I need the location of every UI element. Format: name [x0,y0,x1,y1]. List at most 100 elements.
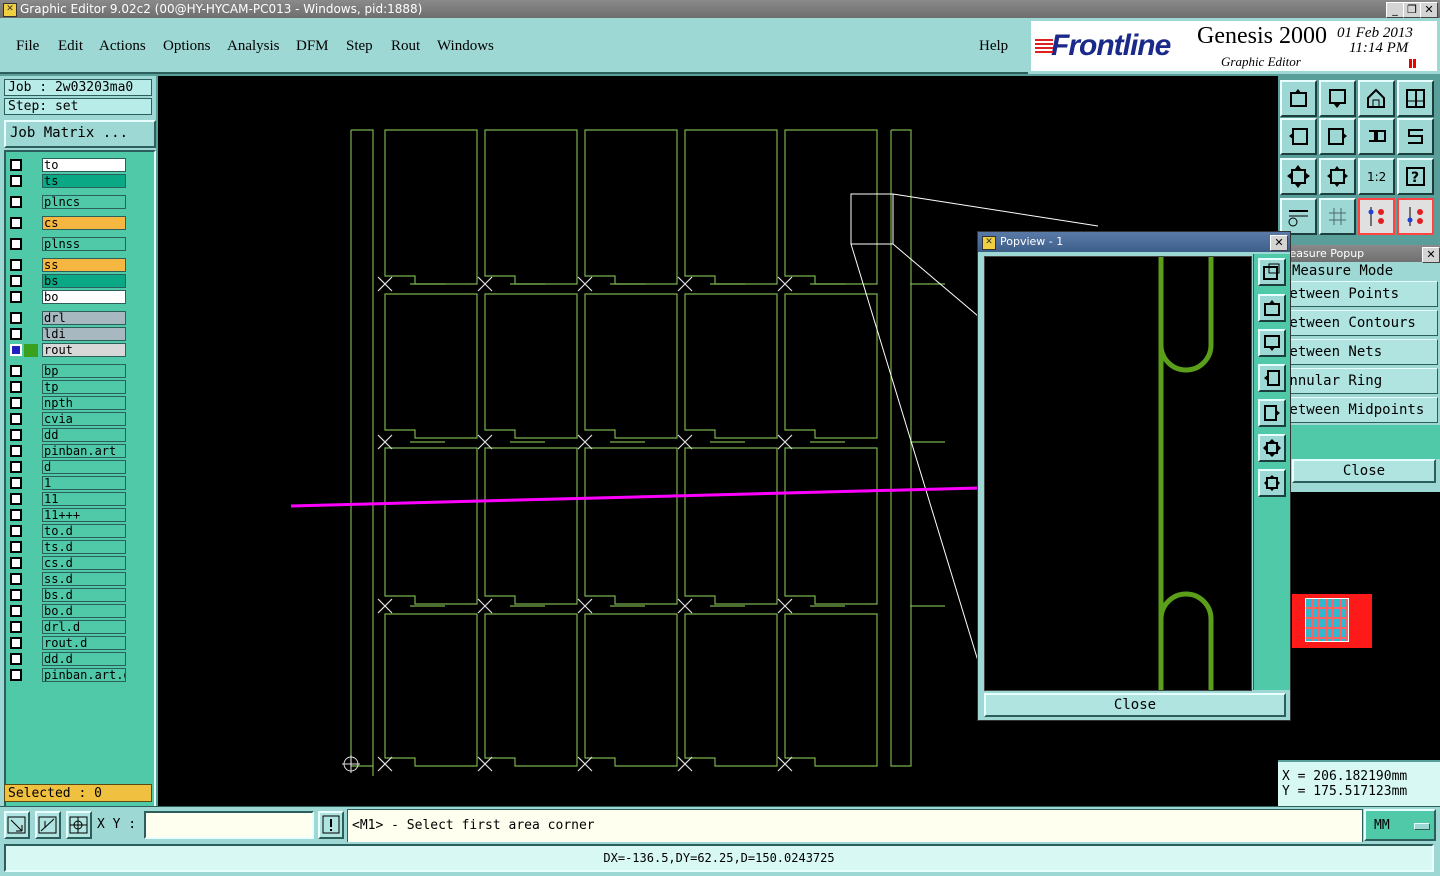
popview-pan-up-icon[interactable] [1258,294,1286,322]
layer-row-drl-d[interactable]: drl.d [8,620,128,635]
layer-name[interactable]: d [42,460,126,474]
measure-icon[interactable] [35,811,61,839]
job-matrix-button[interactable]: Job Matrix ... [4,120,156,148]
layer-row-bo[interactable]: bo [8,290,128,305]
between-points-option[interactable]: Between Points [1290,281,1438,307]
layer-row-plncs[interactable]: plncs [8,195,128,210]
snap-icon[interactable] [1358,198,1395,235]
layer-checkbox[interactable] [10,637,22,649]
zoom-in-icon[interactable] [1319,158,1356,195]
help-icon[interactable]: ? [1397,158,1434,195]
menu-help[interactable]: Help [979,38,1008,55]
layer-name[interactable]: drl [42,311,126,325]
units-select[interactable]: MM [1364,809,1436,841]
layer-checkbox[interactable] [10,238,22,250]
layer-checkbox[interactable] [10,217,22,229]
pan-right-icon[interactable] [1319,118,1356,155]
window-split-icon[interactable] [1397,80,1434,117]
layer-checkbox[interactable] [10,653,22,665]
popview-pan-down-icon[interactable] [1258,329,1286,357]
layer-row-ts[interactable]: ts [8,174,128,189]
layer-checkbox[interactable] [10,525,22,537]
layer-checkbox[interactable] [10,381,22,393]
popview-close-button[interactable]: Close [984,693,1286,717]
menu-analysis[interactable]: Analysis [227,38,280,55]
layer-checkbox[interactable] [10,461,22,473]
layer-checkbox[interactable] [10,669,22,681]
layer-row-bp[interactable]: bp [8,364,128,379]
pause-icon[interactable] [1409,59,1416,68]
layer-checkbox[interactable] [10,159,22,171]
layer-row-cs[interactable]: cs [8,216,128,231]
layer-checkbox[interactable] [10,477,22,489]
layer-row-plnss[interactable]: plnss [8,237,128,252]
layer-row-to-d[interactable]: to.d [8,524,128,539]
between-contours-option[interactable]: Between Contours [1290,310,1438,336]
layer-name[interactable]: 11+++ [42,508,126,522]
layer-checkbox[interactable] [10,312,22,324]
layer-row-dd-d[interactable]: dd.d [8,652,128,667]
redraw-icon[interactable] [1397,118,1434,155]
layer-name[interactable]: to.d [42,524,126,538]
layer-name[interactable]: dd.d [42,652,126,666]
layer-name[interactable]: ldi [42,327,126,341]
zoom-fit-icon[interactable] [1280,158,1317,195]
layer-name[interactable]: bs.d [42,588,126,602]
undo-zoom-icon[interactable] [1358,118,1395,155]
layer-name[interactable]: 1 [42,476,126,490]
overview-map[interactable] [1278,490,1440,760]
layer-row-to[interactable]: to [8,158,128,173]
layer-row-cs-d[interactable]: cs.d [8,556,128,571]
menu-step[interactable]: Step [346,38,373,55]
layer-row-pinban-art[interactable]: pinban.art [8,444,128,459]
layer-checkbox[interactable] [10,291,22,303]
layer-name[interactable]: cs.d [42,556,126,570]
layer-checkbox[interactable] [10,429,22,441]
grid-snap-icon[interactable] [66,811,92,839]
select-icon[interactable] [4,811,30,839]
pan-down-icon[interactable] [1319,80,1356,117]
layer-checkbox[interactable] [10,413,22,425]
layer-name[interactable]: npth [42,396,126,410]
layer-row-npth[interactable]: npth [8,396,128,411]
layer-name[interactable]: ts.d [42,540,126,554]
layer-row-dd[interactable]: dd [8,428,128,443]
pan-left-icon[interactable] [1280,118,1317,155]
layer-name[interactable]: pinban.art.d [42,668,126,682]
layer-name[interactable]: cvia [42,412,126,426]
layer-name[interactable]: plncs [42,195,126,209]
menu-file[interactable]: File [16,38,39,55]
popview-pan-left-icon[interactable] [1258,364,1286,392]
layer-checkbox[interactable] [10,259,22,271]
popview-canvas[interactable] [984,256,1252,691]
layer-name[interactable]: drl.d [42,620,126,634]
between-midpoints-option[interactable]: Between Midpoints [1290,397,1438,423]
menu-dfm[interactable]: DFM [296,38,329,55]
annular-ring-option[interactable]: Annular Ring [1290,368,1438,394]
menu-rout[interactable]: Rout [391,38,420,55]
grid-icon[interactable] [1319,198,1356,235]
measure-close-icon[interactable]: ✕ [1422,247,1440,263]
xy-input[interactable] [144,811,314,839]
layer-name[interactable]: bo.d [42,604,126,618]
layer-checkbox[interactable] [10,365,22,377]
layer-name[interactable]: bs [42,274,126,288]
menu-edit[interactable]: Edit [58,38,83,55]
tools-icon[interactable] [1280,198,1317,235]
layer-name[interactable]: 11 [42,492,126,506]
layer-name[interactable]: bo [42,290,126,304]
layer-row-11-[interactable]: 11+++ [8,508,128,523]
layer-row-rout[interactable]: rout [8,343,128,358]
close-window-icon[interactable]: ✕ [1420,2,1438,18]
alert-icon[interactable] [318,811,344,839]
layer-checkbox[interactable] [10,573,22,585]
layer-name[interactable]: plnss [42,237,126,251]
layer-checkbox[interactable] [10,196,22,208]
between-nets-option[interactable]: Between Nets [1290,339,1438,365]
layer-name[interactable]: ts [42,174,126,188]
layer-name[interactable]: ss [42,258,126,272]
layer-row-drl[interactable]: drl [8,311,128,326]
popview-zoom-fit-icon[interactable] [1258,434,1286,462]
layer-checkbox[interactable] [10,557,22,569]
layer-row-cvia[interactable]: cvia [8,412,128,427]
